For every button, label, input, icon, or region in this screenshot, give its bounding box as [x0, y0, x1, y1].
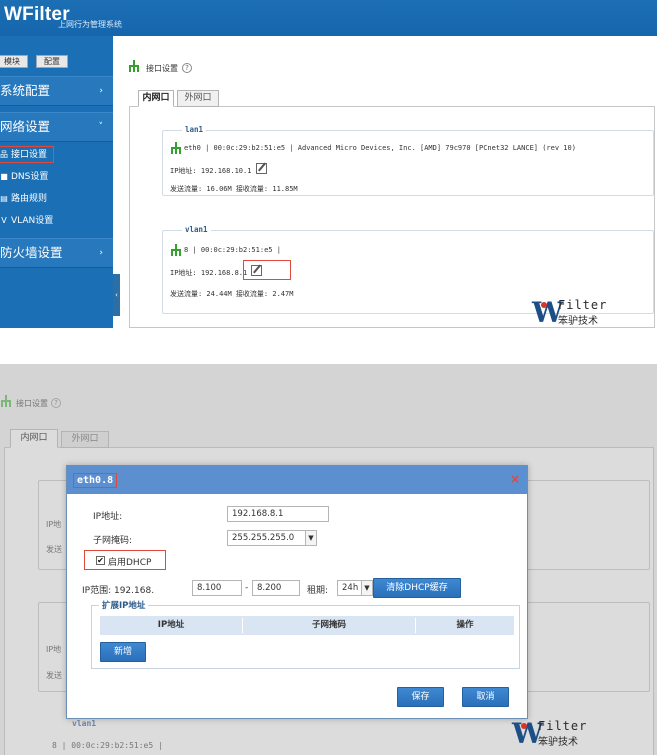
sidebar-section-system[interactable]: 系统配置 › [0, 76, 113, 106]
wfilter-watermark: W Filter 笨驴技术 [532, 296, 608, 328]
range-dash: - [245, 583, 249, 593]
breadcrumb: 接口设置 [146, 64, 178, 73]
chevron-down-icon: ˅ [98, 122, 104, 132]
help-icon[interactable]: ? [182, 63, 192, 73]
vlan-ip-address: IP地址: 192.168.8.1 [170, 269, 248, 277]
column-header-ip: IP地址 [157, 620, 185, 630]
sidebar-tab-modules[interactable]: 模块 [0, 55, 28, 68]
chevron-down-icon: ▼ [361, 581, 372, 595]
highlight-box [0, 146, 54, 163]
add-button[interactable]: 新增 [100, 642, 146, 662]
tab-lan[interactable]: 内网口 [138, 90, 174, 107]
interface-settings-view: WFilter 上网行为管理系统 模块 配置 系统配置 › 网络设置 ˅ 品接口… [0, 0, 657, 328]
ip-label: IP地址: [93, 512, 123, 522]
lease-value: 24h [342, 583, 359, 593]
sidebar-section-label: 网络设置 [0, 119, 51, 134]
sidebar-item-vlan[interactable]: V VLAN设置 [0, 210, 113, 232]
app-subtitle: 上网行为管理系统 [58, 20, 122, 29]
tab-wan[interactable]: 外网口 [177, 90, 219, 107]
lan-traffic: 发送流量: 16.06M 接收流量: 11.85M [170, 185, 298, 193]
network-tree-icon [128, 60, 140, 72]
range-start-field[interactable]: 8.100 [192, 580, 242, 596]
extended-ip-legend: 扩展IP地址 [99, 599, 149, 611]
route-icon: ▤ [0, 194, 8, 203]
main-content: 接口设置 ? 内网口 外网口 lan1 eth0 | 00:0c:29:b2:5… [120, 36, 657, 328]
close-icon[interactable]: × [510, 472, 520, 486]
extended-ip-table-header: IP地址 子网掩码 操作 [100, 616, 514, 635]
edit-icon[interactable] [256, 163, 267, 174]
subnet-mask-select[interactable]: 255.255.255.0 ▼ [227, 530, 317, 546]
sidebar-section-network[interactable]: 网络设置 ˅ [0, 112, 113, 142]
edit-interface-dialog: eth0.8 × IP地址: 192.168.8.1 子网掩码: 255.255… [66, 465, 528, 719]
help-icon: ? [51, 398, 61, 408]
sidebar-tab-config[interactable]: 配置 [36, 55, 68, 68]
sidebar-item-routes[interactable]: ▤ 路由规则 [0, 188, 113, 210]
subnet-mask-value: 255.255.255.0 [232, 533, 295, 543]
sidebar-item-label: VLAN设置 [11, 216, 54, 226]
lan-device-info: eth0 | 00:0c:29:b2:51:e5 | Advanced Micr… [184, 144, 576, 152]
sidebar-section-firewall[interactable]: 防火墙设置 › [0, 238, 113, 268]
bg-send-label: 发送 [46, 545, 62, 554]
wfilter-watermark: W Filter 笨驴技术 [512, 717, 588, 750]
lan-ip-address: IP地址: 192.168.10.1 [170, 167, 252, 175]
sidebar-item-label: DNS设置 [11, 172, 49, 182]
save-button[interactable]: 保存 [397, 687, 444, 707]
brand-cn: 笨驴技术 [558, 316, 598, 327]
bg-send-label: 发送 [46, 671, 62, 680]
clear-dhcp-cache-button[interactable]: 清除DHCP缓存 [373, 578, 461, 598]
dialog-header: eth0.8 × [67, 466, 527, 494]
screenshot-root: WFilter 上网行为管理系统 模块 配置 系统配置 › 网络设置 ˅ 品接口… [0, 0, 657, 755]
extended-ip-fieldset [91, 605, 520, 669]
network-tree-icon [170, 142, 182, 154]
sidebar-item-dns[interactable]: ■ DNS设置 [0, 166, 113, 188]
network-tree-icon [170, 244, 182, 256]
highlight-box [243, 260, 291, 280]
mask-label: 子网掩码: [93, 536, 133, 546]
column-header-mask: 子网掩码 [311, 620, 346, 630]
chevron-right-icon: › [99, 86, 103, 96]
bg-ip-label: IP地 [46, 520, 62, 529]
chevron-right-icon: › [99, 248, 103, 258]
cancel-button[interactable]: 取消 [462, 687, 509, 707]
app-header: WFilter 上网行为管理系统 [0, 0, 657, 36]
column-header-actions: 操作 [456, 620, 474, 630]
lease-label: 租期: [307, 586, 329, 596]
bg-ip-label: IP地 [46, 645, 62, 654]
vlan-traffic: 发送流量: 24.44M 接收流量: 2.47M [170, 290, 294, 298]
edit-vlan-dialog-view: 接口设置 ? 内网口 外网口 IP地 发送 IP地 发送 vlan1 8 | 0… [0, 364, 657, 755]
bg-vlan-line: 8 | 00:0c:29:b2:51:e5 | [52, 741, 163, 750]
lease-select[interactable]: 24h ▼ [337, 580, 373, 596]
brand-cn: 笨驴技术 [538, 737, 578, 748]
tab-lan: 内网口 [10, 429, 58, 448]
breadcrumb: 接口设置 [16, 399, 48, 408]
vlan-icon: V [1, 216, 7, 225]
chevron-down-icon: ▼ [305, 531, 316, 545]
network-tree-icon [0, 395, 12, 407]
ip-range-label: IP范围: 192.168. [82, 586, 155, 596]
brand-name: Filter [558, 298, 608, 312]
sidebar-collapse-handle[interactable]: ‹ [113, 274, 120, 316]
tab-wan: 外网口 [61, 431, 109, 448]
dns-icon: ■ [0, 172, 8, 181]
highlight-box [84, 550, 166, 570]
sidebar-item-label: 路由规则 [11, 194, 48, 204]
ip-address-field[interactable]: 192.168.8.1 [227, 506, 329, 522]
sidebar-section-label: 防火墙设置 [0, 245, 63, 260]
range-end-field[interactable]: 8.200 [252, 580, 300, 596]
vlan-device-info: 8 | 00:0c:29:b2:51:e5 | [184, 246, 281, 254]
brand-name: Filter [538, 719, 588, 733]
sidebar-section-label: 系统配置 [0, 83, 51, 98]
lan-legend: lan1 [182, 125, 207, 134]
dialog-title: eth0.8 [73, 473, 118, 488]
sidebar: 模块 配置 系统配置 › 网络设置 ˅ 品接口设置 ■DNS设置 ▤路由规则 [0, 36, 113, 328]
vlan-legend: vlan1 [182, 225, 211, 234]
bg-vlan-legend: vlan1 [72, 719, 97, 728]
